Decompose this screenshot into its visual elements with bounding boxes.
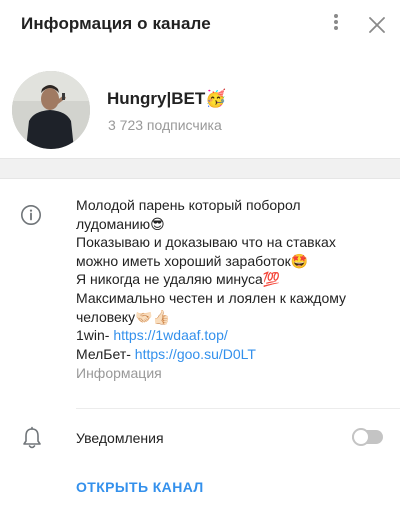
bell-icon [21, 426, 43, 450]
link-melbet[interactable]: https://goo.su/D0LT [135, 346, 256, 362]
channel-name: Hungry|BET🥳 [107, 89, 227, 108]
page-title: Информация о канале [21, 14, 211, 33]
more-vertical-icon[interactable] [326, 13, 346, 35]
subscriber-count: 3 723 подписчика [108, 117, 222, 133]
link-row-melbet: МелБет- https://goo.su/D0LT [76, 345, 376, 364]
header: Информация о канале [0, 0, 400, 52]
description-line: Молодой парень который поборол [76, 197, 301, 213]
description-line: Я никогда не удаляю минуса💯 [76, 271, 281, 288]
info-icon [20, 204, 42, 226]
notifications-toggle[interactable] [352, 428, 383, 446]
link-prefix: 1win- [76, 327, 114, 344]
channel-profile: Hungry|BET🥳 3 723 подписчика [0, 52, 400, 157]
open-channel-button[interactable]: ОТКРЫТЬ КАНАЛ [76, 479, 204, 495]
description-line: лудоманию😎 [76, 215, 165, 232]
description-line: человеку🤝🏻👍🏻 [76, 308, 170, 325]
channel-description: Молодой парень который поборол лудоманию… [76, 196, 376, 383]
description-line: Показываю и доказываю что на ставках [76, 234, 336, 251]
notifications-label: Уведомления [76, 430, 164, 446]
link-row-1win: 1win- https://1wdaaf.top/ [76, 326, 376, 345]
description-caption: Информация [76, 365, 162, 382]
link-prefix: МелБет- [76, 345, 135, 362]
divider [76, 408, 400, 409]
toggle-knob [352, 428, 370, 446]
avatar[interactable] [12, 71, 90, 149]
section-divider [0, 158, 400, 179]
close-icon[interactable] [366, 14, 388, 36]
link-1win[interactable]: https://1wdaaf.top/ [113, 327, 227, 343]
description-line: Максимально честен и лоялен к каждому [76, 289, 347, 306]
description-line: можно иметь хороший заработок🤩 [76, 252, 309, 269]
